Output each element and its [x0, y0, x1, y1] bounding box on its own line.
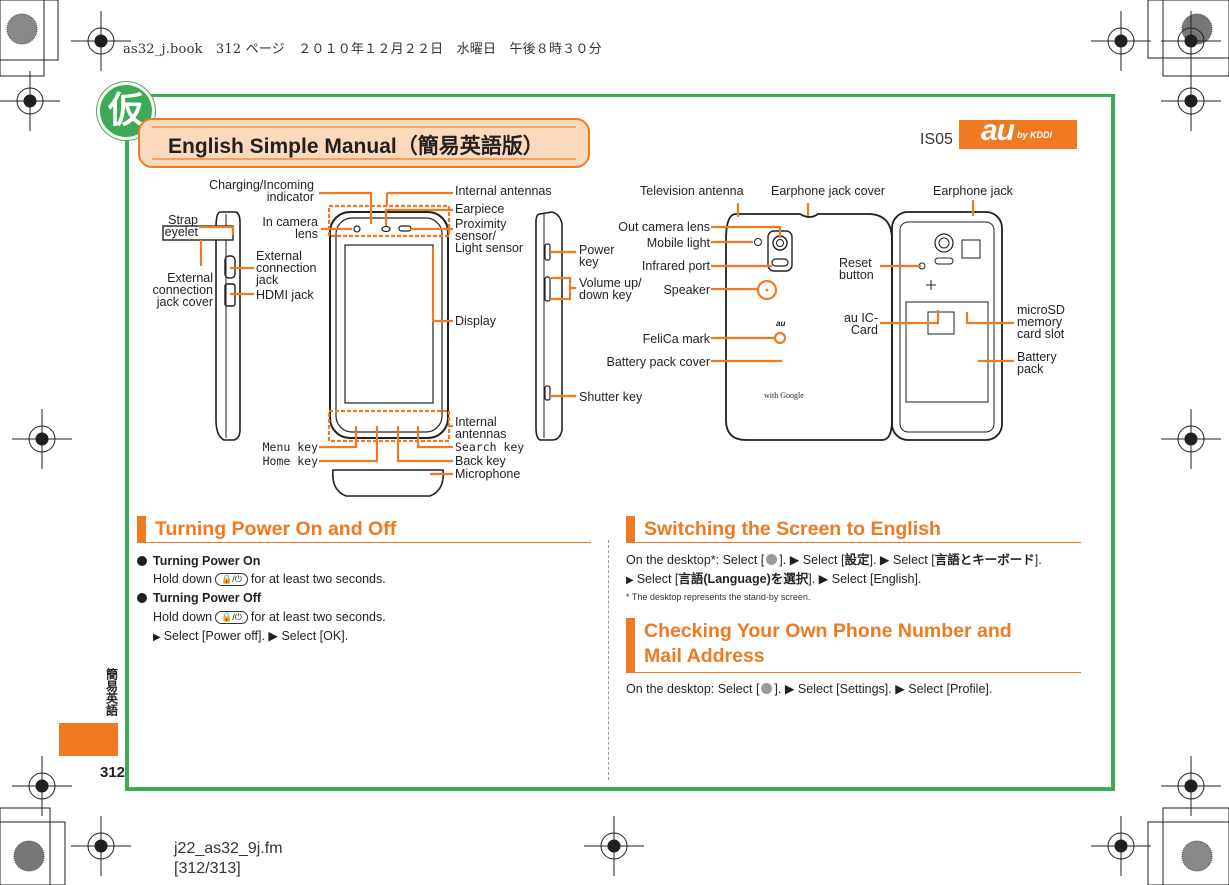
section-bar: [626, 618, 635, 672]
phone-number-steps: On the desktop: Select [ ]. ▶ Select [Set…: [626, 682, 992, 696]
label-ext-jack-cover: External connection jack cover: [152, 271, 213, 309]
section-bar: [137, 516, 146, 542]
step-arrow-icon: ▶: [153, 632, 161, 643]
power-on-heading: Turning Power On: [137, 554, 260, 568]
apps-menu-icon: [766, 554, 778, 565]
label-display: Display: [455, 314, 496, 328]
label-infrared-port: Infrared port: [641, 259, 710, 273]
phone-end: ]. ▶ Select [Settings]. ▶ Select [Profil…: [774, 682, 993, 696]
label-microsd-slot: microSD memory card slot: [1017, 303, 1065, 341]
display-area: [344, 244, 434, 404]
internal-antenna-bottom-area: [327, 409, 451, 443]
english-l1-mid: ]. ▶ Select [: [779, 553, 845, 567]
power-off-instruction: Hold down 🔒/⏻ for at least two seconds.: [153, 610, 386, 624]
language-select-jp: 言語(Language)を選択: [678, 572, 809, 586]
label-mobile-light: Mobile light: [646, 236, 710, 250]
power-off-post: for at least two seconds.: [250, 610, 386, 624]
phone-pre: On the desktop: Select [: [626, 682, 760, 696]
phone-heading-line1: Checking Your Own Phone Number and: [644, 620, 1012, 642]
power-lock-key-icon: 🔒/⏻: [215, 611, 248, 624]
english-footnote: * The desktop represents the stand-by sc…: [626, 592, 811, 602]
front-view: [329, 211, 449, 439]
step-arrow-icon: ▶: [626, 575, 634, 586]
english-step-line2: ▶ Select [言語(Language)を選択]. ▶ Select [Eng…: [626, 572, 921, 588]
bullet-icon: [137, 593, 147, 603]
label-ext-jack: External connection jack: [256, 249, 317, 287]
label-back-key: Back key: [455, 454, 506, 468]
bullet-icon: [137, 556, 147, 566]
settings-jp: 設定: [844, 553, 870, 567]
label-home-key: Home key: [262, 454, 318, 468]
label-proximity-sensor: Proximity sensor/ Light sensor: [455, 217, 524, 255]
phone-heading-line2: Mail Address: [644, 645, 765, 667]
bottom-view: [331, 469, 445, 497]
au-back-logo: au: [776, 319, 785, 328]
power-off-steps-text: Select [Power off]. ▶ Select [OK].: [163, 629, 349, 643]
label-battery-cover: Battery pack cover: [606, 355, 710, 369]
label-earphone-cover: Earphone jack cover: [771, 184, 885, 198]
label-battery-pack: Battery pack: [1017, 350, 1057, 376]
label-earpiece: Earpiece: [455, 202, 505, 216]
english-step-line1: On the desktop*: Select [ ]. ▶ Select [設定…: [626, 553, 1042, 567]
label-search-key: Search key: [455, 440, 525, 454]
label-internal-antennas-top: Internal antennas: [455, 184, 552, 198]
phone-diagram: au with Google: [162, 191, 1014, 497]
label-earphone-jack: Earphone jack: [933, 184, 1013, 198]
column-divider: [608, 540, 609, 780]
side-view-right: [535, 211, 563, 441]
power-on-instruction: Hold down 🔒/⏻ for at least two seconds.: [153, 572, 386, 586]
power-on-title: Turning Power On: [153, 554, 261, 568]
power-on-pre: Hold down: [153, 572, 213, 586]
power-on-post: for at least two seconds.: [250, 572, 386, 586]
label-internal-antennas-bottom: Internal antennas: [455, 415, 507, 441]
label-au-ic-card: au IC- Card: [843, 311, 878, 337]
label-microphone: Microphone: [455, 467, 521, 481]
side-view-left: [215, 211, 241, 441]
english-l2-pre: Select [: [636, 572, 679, 586]
label-menu-key: Menu key: [262, 440, 318, 454]
power-off-heading: Turning Power Off: [137, 591, 261, 605]
label-tv-antenna: Television antenna: [640, 184, 744, 198]
language-keyboard-jp: 言語とキーボード: [934, 553, 1035, 567]
label-shutter-key: Shutter key: [579, 390, 643, 404]
label-hdmi-jack: HDMI jack: [256, 288, 314, 302]
power-off-pre: Hold down: [153, 610, 213, 624]
label-speaker: Speaker: [663, 283, 710, 297]
section-heading-power: Turning Power On and Off: [137, 516, 591, 543]
english-l1-end: ].: [1034, 553, 1042, 567]
google-back-logo: with Google: [764, 391, 804, 400]
inside-view: [891, 211, 1003, 441]
speaker-holes: [765, 288, 769, 292]
section-title-phone-number: Checking Your Own Phone Number and Mail …: [644, 619, 1012, 669]
power-off-steps: ▶ Select [Power off]. ▶ Select [OK].: [153, 629, 348, 645]
section-bar: [626, 516, 635, 542]
power-lock-key-icon: 🔒/⏻: [215, 573, 248, 586]
english-l2-end: ]. ▶ Select [English].: [808, 572, 922, 586]
english-l1-pre: On the desktop*: Select [: [626, 553, 765, 567]
label-felica-mark: FeliCa mark: [642, 332, 710, 346]
section-title-power: Turning Power On and Off: [155, 518, 397, 540]
section-heading-english: Switching the Screen to English: [626, 516, 1081, 543]
section-title-english: Switching the Screen to English: [644, 518, 941, 540]
label-strap-eyelet: Strap eyelet: [164, 213, 198, 239]
power-off-title: Turning Power Off: [153, 591, 262, 605]
english-l1-mid2: ]. ▶ Select [: [869, 553, 935, 567]
label-charging-indicator: Charging/Incoming indicator: [209, 178, 314, 204]
label-out-camera: Out camera lens: [618, 220, 710, 234]
label-reset-button: Reset button: [839, 256, 874, 282]
label-in-camera: In camera lens: [262, 215, 318, 241]
apps-menu-icon: [761, 683, 773, 694]
section-heading-phone-number: Checking Your Own Phone Number and Mail …: [626, 618, 1081, 673]
